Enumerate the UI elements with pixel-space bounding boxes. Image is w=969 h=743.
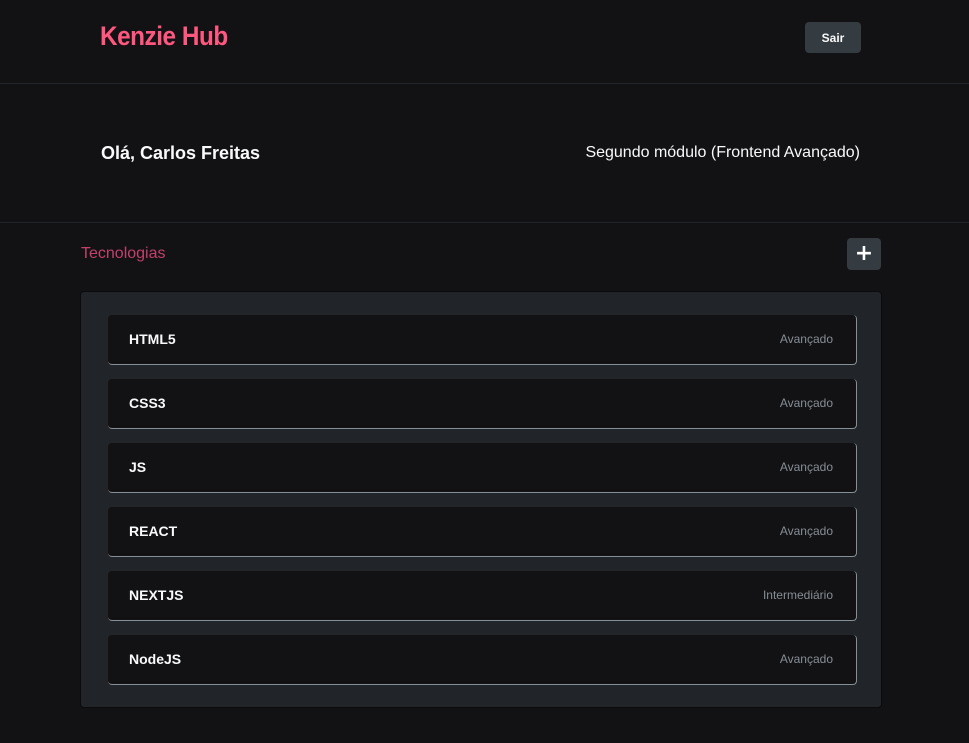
header: Kenzie Hub Sair [0, 0, 969, 84]
user-greeting: Olá, Carlos Freitas [101, 143, 261, 163]
tech-name: NodeJS [129, 651, 182, 667]
tech-name: JS [129, 459, 147, 475]
tech-status: Intermediário [762, 588, 833, 602]
technologies-title: Tecnologias [81, 245, 166, 262]
tech-status: Avançado [779, 460, 833, 474]
add-technology-button[interactable]: + [847, 238, 881, 270]
tech-item-nodejs[interactable]: NodeJS Avançado [108, 635, 857, 685]
tech-name: CSS3 [129, 395, 166, 411]
tech-name: REACT [129, 523, 178, 539]
tech-name: NEXTJS [129, 587, 184, 603]
plus-icon: + [854, 241, 874, 266]
welcome-section: Olá, Carlos Freitas Segundo módulo (Fron… [0, 84, 969, 223]
tech-status: Avançado [779, 396, 833, 410]
logo: Kenzie Hub [100, 21, 228, 51]
tech-item-nextjs[interactable]: NEXTJS Intermediário [108, 571, 857, 621]
user-module: Segundo módulo (Frontend Avançado) [585, 144, 860, 161]
tech-item-js[interactable]: JS Avançado [108, 443, 857, 493]
tech-item-react[interactable]: REACT Avançado [108, 507, 857, 557]
tech-item-css3[interactable]: CSS3 Avançado [108, 379, 857, 429]
tech-item-html5[interactable]: HTML5 Avançado [108, 315, 857, 365]
logout-button[interactable]: Sair [805, 22, 861, 53]
tech-status: Avançado [779, 524, 833, 538]
technologies-list: HTML5 Avançado CSS3 Avançado JS Avançado… [80, 291, 882, 708]
tech-status: Avançado [779, 332, 833, 346]
tech-name: HTML5 [129, 331, 176, 347]
tech-status: Avançado [779, 652, 833, 666]
